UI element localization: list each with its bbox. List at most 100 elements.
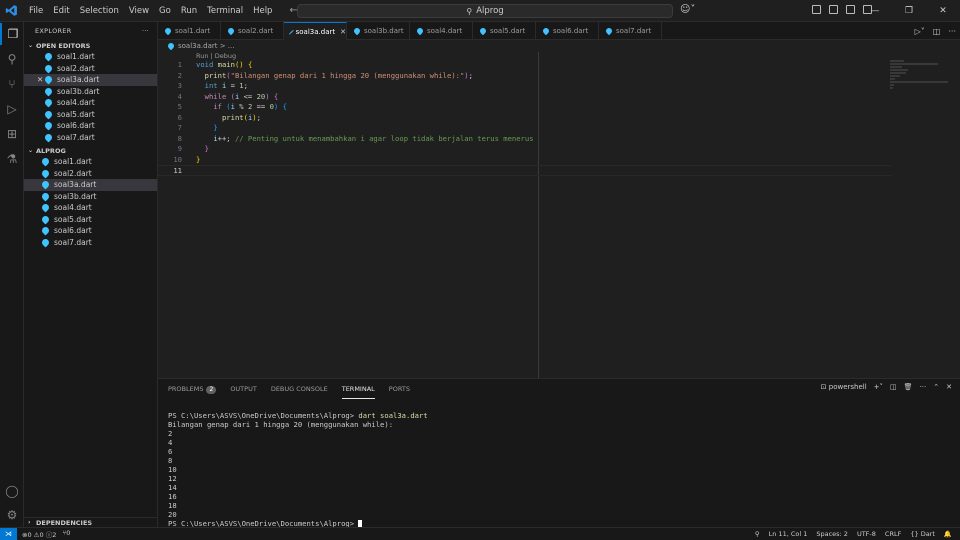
maximize-panel-icon[interactable]: ⌃ (933, 383, 939, 391)
folder-file-item[interactable]: soal7.dart (24, 237, 157, 249)
menu-go[interactable]: Go (154, 0, 176, 22)
open-editors-section[interactable]: ⌄ OPEN EDITORS (24, 40, 157, 51)
run-icon[interactable]: ▷˅ (915, 27, 925, 36)
close-panel-icon[interactable]: ✕ (946, 383, 952, 391)
terminal-shell-selector[interactable]: ⊡ powershell (821, 383, 867, 391)
open-editor-item[interactable]: soal4.dart (24, 97, 157, 109)
tab-soal1[interactable]: soal1.dart (158, 22, 221, 40)
split-editor-icon[interactable]: ◫ (933, 27, 941, 36)
line-endings[interactable]: CRLF (885, 530, 901, 538)
open-editor-item[interactable]: soal1.dart (24, 51, 157, 63)
code-text: print(i); (221, 112, 261, 122)
toggle-panel-icon[interactable] (846, 5, 855, 14)
menu-file[interactable]: File (24, 0, 48, 22)
notifications-bell-icon[interactable]: 🔔 (944, 530, 952, 538)
dart-file-icon (226, 26, 236, 36)
codelens-run-debug[interactable]: Run | Debug (196, 52, 236, 60)
more-actions-icon[interactable]: ··· (948, 27, 956, 36)
code-line: 10} (158, 155, 892, 166)
errors-count: 0 (27, 531, 32, 539)
open-editor-item[interactable]: soal2.dart (24, 63, 157, 75)
dependencies-section[interactable]: › DEPENDENCIES (24, 517, 158, 527)
open-editor-item[interactable]: soal7.dart (24, 132, 157, 144)
tab-debug-console[interactable]: DEBUG CONSOLE (271, 379, 328, 399)
tab-problems[interactable]: PROBLEMS 2 (168, 379, 217, 399)
menu-selection[interactable]: Selection (75, 0, 124, 22)
split-terminal-icon[interactable]: ◫ (890, 383, 897, 391)
minimize-icon[interactable]: — (858, 0, 892, 22)
toggle-sidebar-icon[interactable] (829, 5, 838, 14)
code-text: } (213, 123, 218, 132)
open-editor-item[interactable]: soal3b.dart (24, 86, 157, 98)
folder-file-item[interactable]: soal5.dart (24, 214, 157, 226)
folder-file-item[interactable]: soal2.dart (24, 168, 157, 180)
tab-soal6[interactable]: soal6.dart (536, 22, 599, 40)
file-label: soal1.dart (57, 52, 95, 62)
tab-soal3a[interactable]: soal3a.dart ✕ (284, 22, 347, 40)
folder-file-item[interactable]: soal6.dart (24, 225, 157, 237)
close-editor-icon[interactable]: ✕ (37, 75, 43, 84)
folder-file-item[interactable]: soal1.dart (24, 156, 157, 168)
more-actions-icon[interactable]: ··· (920, 383, 927, 391)
breadcrumb[interactable]: soal3a.dart > ... (158, 40, 960, 52)
close-tab-icon[interactable]: ✕ (340, 28, 346, 36)
remote-indicator-icon[interactable]: ⋊ (0, 527, 17, 540)
folder-file-item[interactable]: soal4.dart (24, 202, 157, 214)
open-editor-item[interactable]: soal5.dart (24, 109, 157, 121)
code-editor[interactable]: 1 void main() { 2 print("Bilangan genap d… (158, 60, 960, 378)
code-line: 5 if (i % 2 == 0) { (158, 102, 892, 113)
menu-view[interactable]: View (124, 0, 154, 22)
dart-file-icon (163, 26, 173, 36)
menu-help[interactable]: Help (248, 0, 277, 22)
search-view-icon[interactable]: ⚲ (0, 48, 24, 70)
close-window-icon[interactable]: ✕ (926, 0, 960, 22)
terminal-prompt: PS C:\Users\ASVS\OneDrive\Documents\Alpr… (168, 411, 359, 420)
tab-terminal[interactable]: TERMINAL (341, 379, 375, 399)
tab-output[interactable]: OUTPUT (230, 379, 257, 399)
tab-ports[interactable]: PORTS (389, 379, 410, 399)
folder-file-item[interactable]: soal3b.dart (24, 191, 157, 203)
menu-edit[interactable]: Edit (48, 0, 74, 22)
source-control-icon[interactable]: ⑂ (0, 73, 24, 95)
encoding[interactable]: UTF-8 (857, 530, 876, 538)
copilot-icon[interactable]: ☺˅ (680, 4, 695, 15)
folder-file-item-selected[interactable]: soal3a.dart (24, 179, 157, 191)
ports-status[interactable]: ⑂0 (62, 529, 70, 539)
problems-status[interactable]: ⊗0 ⚠0 ⓘ2 (22, 529, 56, 539)
dart-file-icon (40, 168, 51, 179)
folder-section[interactable]: ⌄ ALPROG (24, 145, 157, 156)
tab-soal2[interactable]: soal2.dart (221, 22, 284, 40)
open-editors-label: OPEN EDITORS (36, 41, 91, 50)
zoom-icon[interactable]: ⚲ (755, 530, 760, 538)
tab-soal7[interactable]: soal7.dart (599, 22, 662, 40)
tab-soal4[interactable]: soal4.dart (410, 22, 473, 40)
more-actions-icon[interactable]: ··· (142, 27, 149, 35)
open-editor-item[interactable]: soal6.dart (24, 120, 157, 132)
minimap[interactable] (890, 60, 950, 100)
language-mode[interactable]: {} Dart (910, 530, 935, 538)
menu-terminal[interactable]: Terminal (202, 0, 248, 22)
new-terminal-icon[interactable]: +˅ (874, 383, 883, 391)
line-number: 8 (177, 133, 182, 143)
dart-file-icon (40, 214, 51, 225)
settings-gear-icon[interactable]: ⚙ (0, 504, 24, 526)
tab-soal3b[interactable]: soal3b.dart (347, 22, 410, 40)
cursor-position[interactable]: Ln 11, Col 1 (769, 530, 808, 538)
account-icon[interactable]: ◯ (0, 480, 24, 502)
open-editor-item-active[interactable]: ✕ soal3a.dart (24, 74, 157, 86)
explorer-icon[interactable]: ❐ (0, 23, 24, 45)
kill-terminal-icon[interactable]: 🗑 (904, 383, 913, 391)
restore-icon[interactable]: ❐ (892, 0, 926, 22)
tab-soal5[interactable]: soal5.dart (473, 22, 536, 40)
testing-icon[interactable]: ⚗ (0, 148, 24, 170)
menu-run[interactable]: Run (176, 0, 202, 22)
extensions-icon[interactable]: ⊞ (0, 123, 24, 145)
code-line: 8 i++; // Penting untuk menambahkan i ag… (158, 134, 892, 145)
customize-layout-icon[interactable] (812, 5, 821, 14)
file-label: soal3a.dart (54, 180, 97, 190)
terminal-output[interactable]: PS C:\Users\ASVS\OneDrive\Documents\Alpr… (168, 411, 428, 528)
command-center[interactable]: ⚲ Alprog (297, 4, 673, 18)
code-text: print("Bilangan genap dari 1 hingga 20 (… (204, 70, 473, 80)
indentation[interactable]: Spaces: 2 (816, 530, 848, 538)
run-debug-icon[interactable]: ▷ (0, 98, 24, 120)
